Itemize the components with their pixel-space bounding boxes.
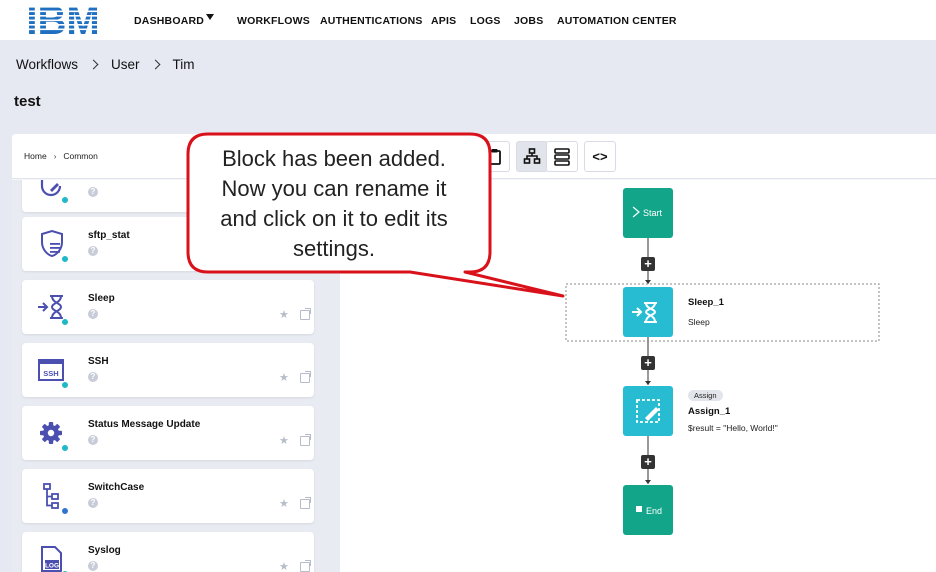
callout-line: and click on it to edit its	[220, 206, 448, 231]
callout-line: Block has been added.	[222, 146, 446, 171]
tutorial-callout-bubble	[186, 132, 565, 298]
callout-line: Now you can rename it	[221, 176, 447, 201]
callout-line: settings.	[293, 236, 375, 261]
tutorial-callout-text: Block has been added. Now you can rename…	[196, 144, 472, 264]
